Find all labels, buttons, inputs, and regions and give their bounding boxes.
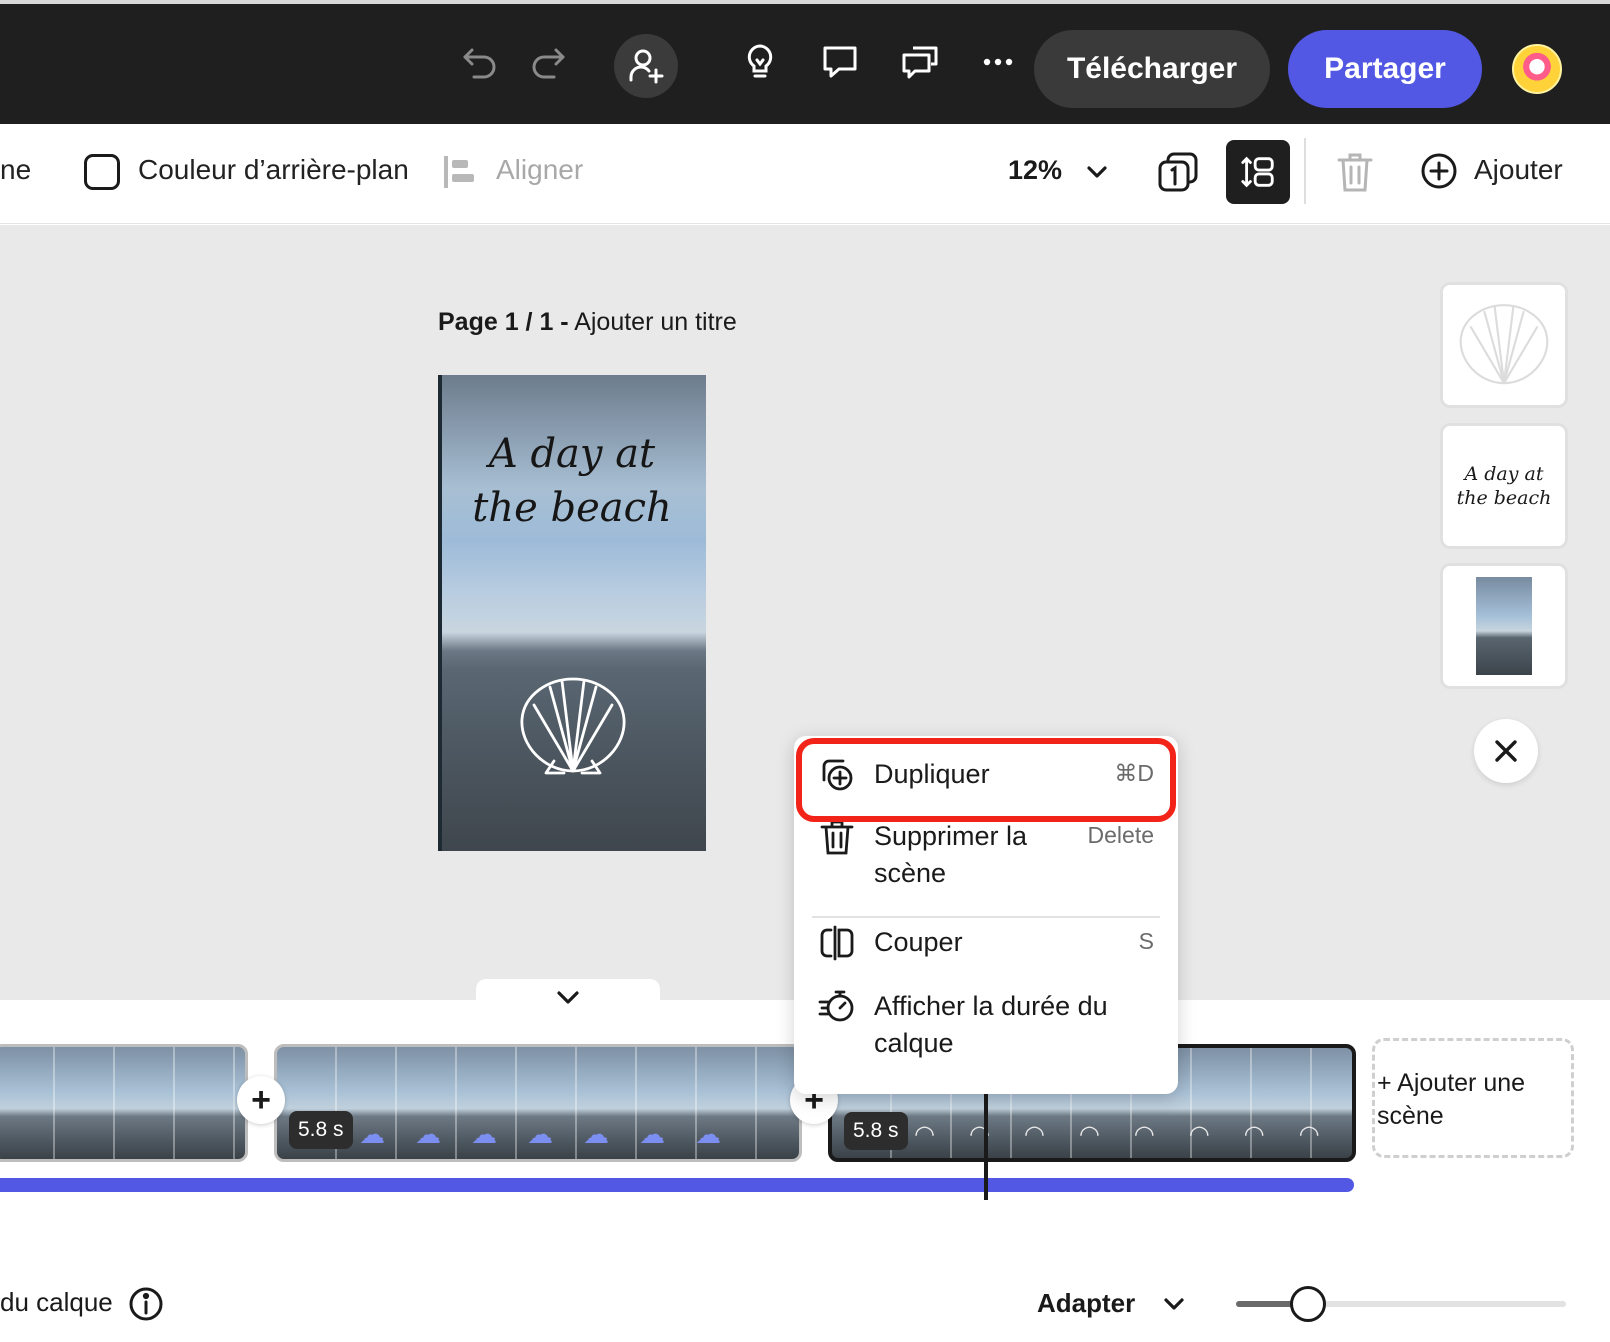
timeline-progress	[0, 1178, 1354, 1192]
layers-timeline-button[interactable]	[1226, 140, 1290, 204]
chevron-down-icon[interactable]	[1160, 1290, 1188, 1318]
fit-label[interactable]: Adapter	[1037, 1288, 1135, 1319]
layer-thumb-image[interactable]	[1440, 563, 1568, 689]
layer-thumb-text[interactable]: A day at the beach	[1440, 423, 1568, 549]
layer-thumb-text-content: A day at the beach	[1457, 462, 1552, 510]
page-title[interactable]: Ajouter un titre	[574, 308, 737, 336]
layer-duration-label: du calque	[0, 1287, 113, 1317]
shell-icon-row: ◠◠◠◠◠◠◠◠	[914, 1121, 1354, 1148]
layer-thumb-shell[interactable]	[1440, 282, 1568, 408]
slider-handle[interactable]	[1290, 1286, 1326, 1322]
shell-icon[interactable]	[514, 675, 632, 777]
menu-divider	[812, 916, 1160, 918]
comment-icon[interactable]	[816, 38, 864, 86]
menu-item-label: Supprimer la scène	[874, 821, 1028, 888]
page-number: Page 1 / 1 -	[438, 308, 569, 336]
person-add-icon	[629, 49, 664, 84]
share-button[interactable]: Partager	[1288, 30, 1482, 108]
menu-item-label: Couper	[874, 927, 963, 957]
comments-icon[interactable]	[896, 38, 944, 86]
menu-item-label: Afficher la durée du calque	[874, 991, 1108, 1058]
undo-icon[interactable]	[456, 38, 504, 86]
close-layers-button[interactable]	[1474, 719, 1538, 783]
avatar[interactable]	[1512, 44, 1562, 94]
cloud-icon-row: ☁☁☁☁☁☁☁	[359, 1119, 751, 1149]
align-label[interactable]: Aligner	[496, 154, 583, 186]
toolbar-cut-label[interactable]: ne	[0, 154, 31, 186]
download-button[interactable]: Télécharger	[1034, 30, 1270, 108]
close-icon	[1495, 740, 1517, 762]
collapse-timeline-tab[interactable]	[476, 979, 660, 1004]
clip-duration: 5.8 s	[289, 1111, 353, 1149]
trash-icon[interactable]	[1334, 150, 1376, 194]
background-color-swatch[interactable]	[84, 154, 120, 190]
timer-icon	[818, 990, 854, 1022]
chevron-down-icon	[557, 991, 579, 1004]
insert-scene-button[interactable]: +	[237, 1076, 285, 1124]
more-icon[interactable]	[974, 38, 1022, 86]
layers-icon	[1241, 156, 1274, 188]
thumb-text-line2: the beach	[1456, 487, 1552, 509]
menu-item-shortcut: S	[1138, 928, 1154, 954]
page-label: Page 1 / 1 - Ajouter un titre	[438, 308, 737, 337]
info-icon[interactable]	[128, 1286, 164, 1322]
artboard-title-line2: the beach	[472, 485, 672, 531]
chevron-down-icon[interactable]	[1083, 158, 1111, 186]
artboard[interactable]: A day at the beach	[438, 375, 706, 851]
redo-icon[interactable]	[524, 38, 572, 86]
align-icon	[444, 156, 474, 188]
scene-clip-2[interactable]: ☁☁☁☁☁☁☁ 5.8 s	[274, 1044, 802, 1162]
add-label[interactable]: Ajouter	[1474, 154, 1563, 186]
clip-frames	[0, 1047, 245, 1159]
trash-icon	[820, 820, 854, 855]
lightbulb-icon[interactable]	[736, 38, 784, 86]
thumb-image-preview	[1476, 577, 1532, 675]
menu-item-shortcut: Delete	[1087, 822, 1154, 848]
highlight-outline	[796, 738, 1176, 822]
artboard-title[interactable]: A day at the beach	[438, 427, 706, 535]
toolbar-divider	[1304, 138, 1306, 204]
add-scene-button[interactable]: + Ajouter une scène	[1372, 1038, 1574, 1158]
shell-icon	[1459, 304, 1549, 385]
toolbar: ne Couleur d’arrière-plan Aligner 12% Aj…	[0, 124, 1610, 224]
add-circle-icon[interactable]	[1420, 152, 1458, 190]
background-color-label[interactable]: Couleur d’arrière-plan	[138, 154, 409, 186]
thumb-text-line1: A day at	[1464, 463, 1544, 485]
split-icon	[820, 925, 854, 961]
zoom-level[interactable]: 12%	[1008, 155, 1062, 186]
artboard-title-line1: A day at	[488, 431, 656, 477]
clip-duration: 5.8 s	[844, 1112, 908, 1150]
pages-icon[interactable]	[1156, 150, 1200, 194]
top-bar: Télécharger Partager	[0, 0, 1610, 124]
invite-button[interactable]	[614, 34, 678, 98]
scene-clip-1[interactable]	[0, 1044, 248, 1162]
